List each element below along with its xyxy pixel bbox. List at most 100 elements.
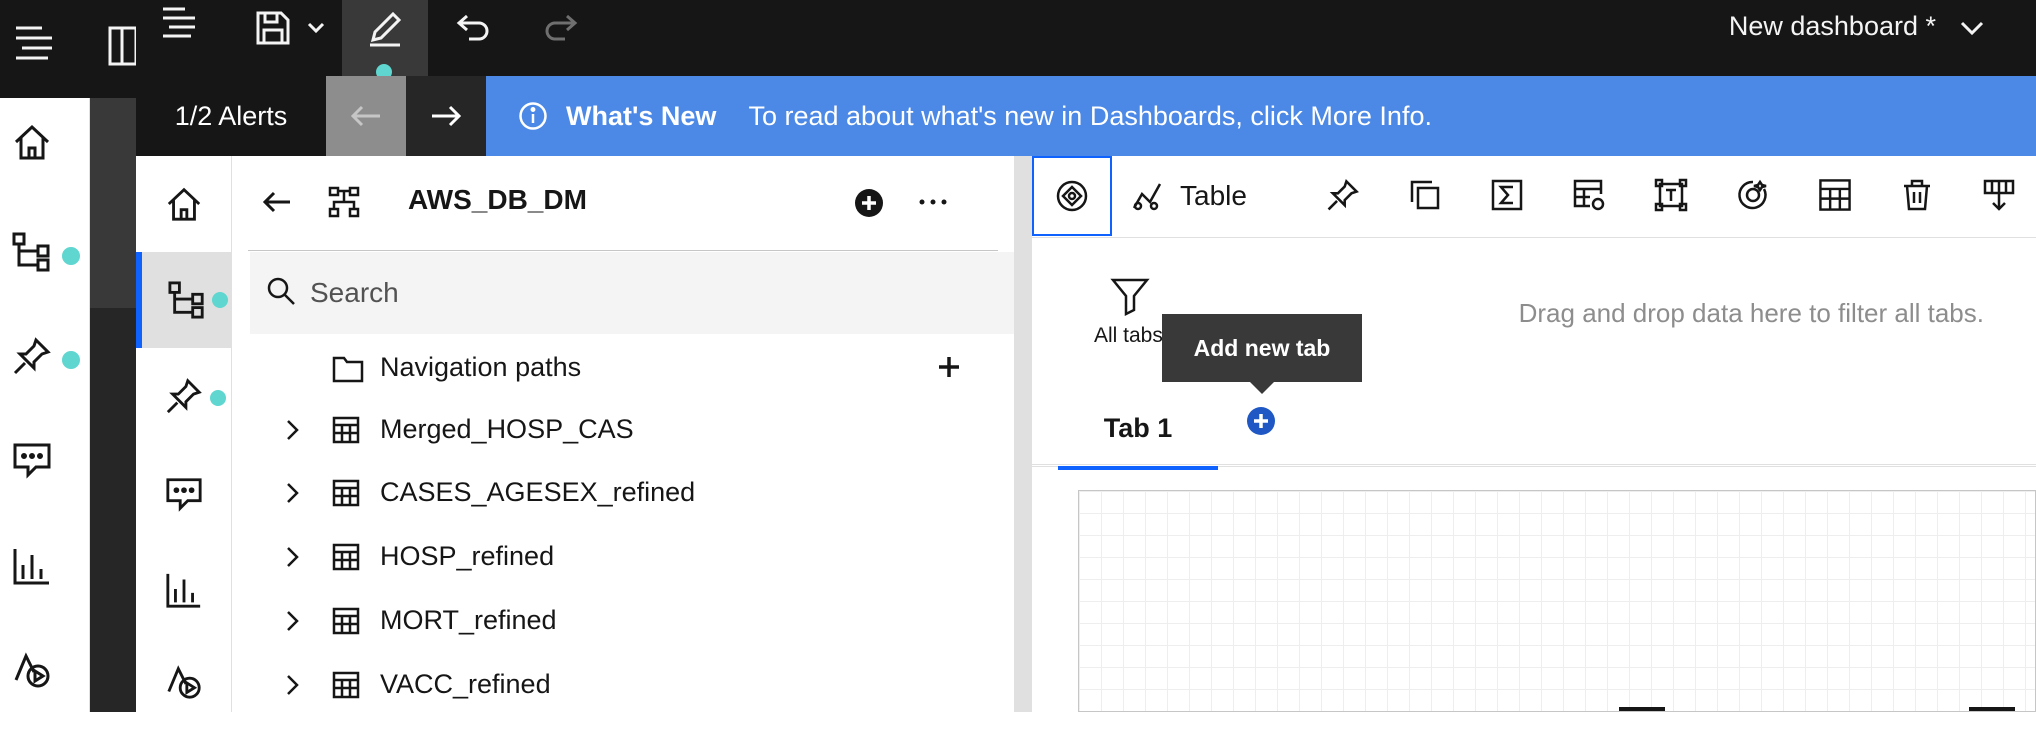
table-settings-icon[interactable]	[1572, 178, 1608, 214]
change-visualization-button[interactable]	[1032, 156, 1112, 236]
redo-icon[interactable]	[536, 0, 586, 56]
search-field[interactable]	[250, 252, 1014, 334]
folder-icon	[332, 354, 364, 384]
source-name: AWS_DB_DM	[408, 184, 587, 215]
dashboard-canvas[interactable]	[1078, 490, 2036, 712]
table-icon	[332, 543, 360, 571]
menu-icon[interactable]	[154, 0, 204, 46]
copy-icon[interactable]	[1408, 178, 1444, 214]
table-icon	[332, 607, 360, 635]
alert-counter: 1/2 Alerts	[136, 76, 326, 156]
table-icon	[332, 479, 360, 507]
summarize-icon[interactable]	[1490, 178, 1526, 214]
chart-icon	[165, 571, 203, 609]
tree-item-table[interactable]: CASES_AGESEX_refined	[232, 463, 1014, 525]
dashboard-area: Table All tabs Drag and drop data here t…	[1032, 156, 2036, 712]
left-rail	[136, 156, 232, 712]
edit-button[interactable]	[342, 0, 428, 84]
chevron-right-icon[interactable]	[284, 481, 300, 505]
rail-item-data-sources[interactable]	[136, 252, 232, 348]
background-menu-icon	[12, 22, 56, 66]
add-navigation-path-icon[interactable]	[936, 354, 962, 380]
tree-item-table[interactable]: MORT_refined	[232, 591, 1014, 653]
arrow-left-icon	[350, 104, 382, 128]
tree-item-label: MORT_refined	[380, 605, 557, 635]
panel-splitter[interactable]	[1014, 156, 1032, 712]
home-icon	[165, 185, 203, 223]
panel-divider	[248, 250, 998, 251]
background-comment-icon	[12, 440, 52, 480]
data-sources-panel: AWS_DB_DM Navigation paths Merged_HOSP_C…	[232, 156, 1014, 712]
add-circle-icon	[1246, 406, 1276, 436]
tree-item-label: VACC_refined	[380, 669, 551, 699]
tooltip-caret	[1250, 382, 1274, 394]
visualization-type-icon	[1130, 178, 1166, 214]
chevron-right-icon[interactable]	[284, 609, 300, 633]
text-box-icon[interactable]	[1654, 178, 1690, 214]
rail-item-visualizations[interactable]	[136, 542, 232, 638]
chevron-right-icon[interactable]	[284, 418, 300, 442]
dashboard-title-chevron-down-icon[interactable]	[1958, 14, 1986, 42]
save-icon[interactable]	[248, 0, 298, 56]
rail-item-pin[interactable]	[136, 348, 232, 444]
widget-toolbar: Table	[1032, 156, 2036, 238]
tree-item-table[interactable]: HOSP_refined	[232, 527, 1014, 589]
table-icon[interactable]	[1818, 178, 1854, 214]
widget-edge-marker	[1969, 707, 2015, 711]
tree-item-label: Navigation paths	[380, 352, 582, 382]
tree-item-navigation-paths[interactable]: Navigation paths	[232, 338, 1014, 400]
whats-new-banner: What's New To read about what's new in D…	[486, 76, 2036, 156]
background-layout-icon	[108, 26, 138, 66]
widget-edge-marker	[1619, 707, 1665, 711]
filter-icon	[1110, 276, 1150, 316]
background-strip	[90, 98, 136, 308]
background-home-icon	[12, 122, 52, 162]
insights-icon[interactable]	[1736, 178, 1772, 214]
data-sources-status-dot	[208, 288, 232, 312]
relationships-icon[interactable]	[328, 186, 360, 218]
info-icon	[518, 101, 548, 131]
alert-next-button[interactable]	[406, 76, 486, 156]
tab-divider	[1032, 464, 2036, 465]
table-icon	[332, 416, 360, 444]
tree-item-label: HOSP_refined	[380, 541, 555, 571]
all-tabs-filter-label: All tabs	[1094, 324, 1163, 347]
search-input[interactable]	[310, 252, 970, 334]
tab-1[interactable]: Tab 1	[1058, 390, 1218, 470]
download-data-icon[interactable]	[1982, 178, 2018, 214]
background-status-dot	[58, 243, 84, 269]
add-source-icon[interactable]	[854, 188, 884, 218]
tree-item-label: Merged_HOSP_CAS	[380, 414, 634, 444]
table-icon	[332, 671, 360, 699]
save-options-chevron-down-icon[interactable]	[298, 0, 334, 56]
background-status-dot	[58, 347, 84, 373]
rail-item-comments[interactable]	[136, 446, 232, 542]
edit-icon	[365, 8, 405, 48]
background-shapes-icon	[12, 650, 52, 690]
panel-header: AWS_DB_DM	[232, 156, 1014, 248]
add-tab-button[interactable]	[1246, 406, 1276, 436]
visualization-label[interactable]: Table	[1180, 180, 1247, 212]
tree-item-table[interactable]: Merged_HOSP_CAS	[232, 400, 1014, 462]
background-pin-icon	[12, 336, 52, 376]
rail-item-widgets[interactable]	[136, 634, 232, 730]
alert-message: To read about what's new in Dashboards, …	[748, 100, 1432, 131]
pin-icon[interactable]	[1326, 178, 1362, 214]
alert-title: What's New	[566, 100, 717, 131]
delete-icon[interactable]	[1900, 178, 1936, 214]
search-icon	[266, 276, 296, 306]
shapes-icon	[165, 663, 203, 701]
rail-item-home[interactable]	[136, 156, 232, 252]
alert-previous-button[interactable]	[326, 76, 406, 156]
tree-item-table[interactable]: VACC_refined	[232, 655, 1014, 717]
tree-item-label: CASES_AGESEX_refined	[380, 477, 696, 507]
chevron-right-icon[interactable]	[284, 545, 300, 569]
dashboard-title[interactable]: New dashboard *	[1729, 0, 1936, 52]
overflow-menu-icon[interactable]	[918, 196, 948, 208]
add-tab-tooltip: Add new tab	[1162, 314, 1362, 382]
chevron-right-icon[interactable]	[284, 673, 300, 697]
pin-status-dot	[206, 386, 230, 410]
back-arrow-icon[interactable]	[262, 190, 292, 214]
undo-icon[interactable]	[448, 0, 498, 56]
pin-icon	[165, 377, 203, 415]
